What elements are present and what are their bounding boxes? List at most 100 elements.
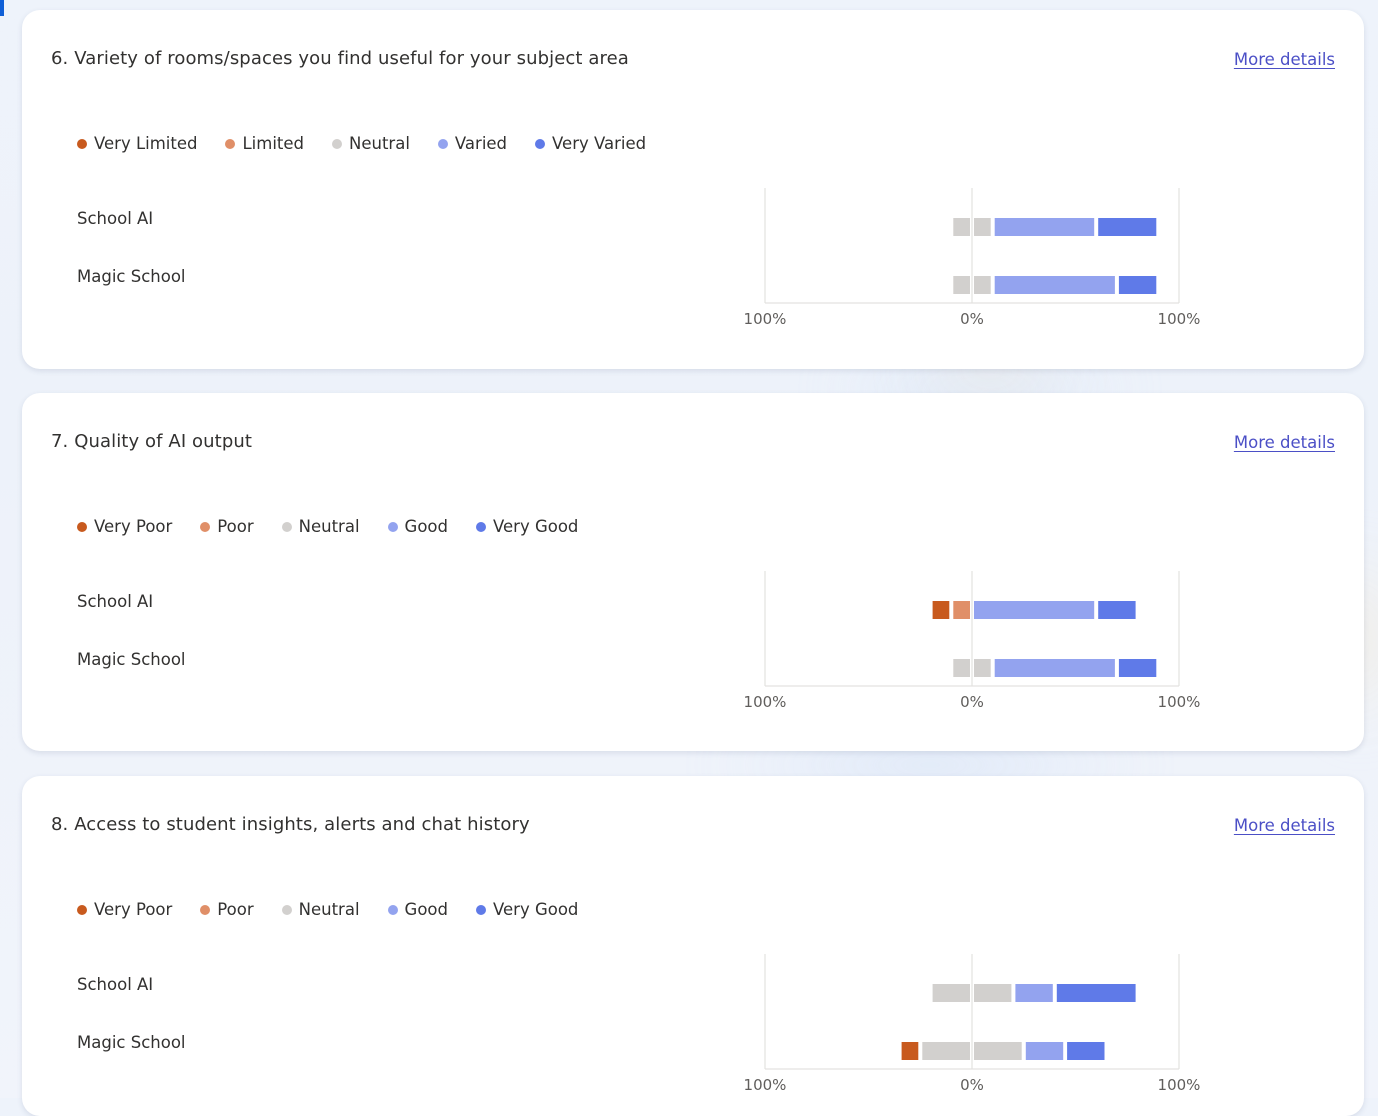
legend-label: Very Poor xyxy=(94,900,173,919)
tick-label: 100% xyxy=(744,310,787,328)
legend-item: Good xyxy=(387,517,448,536)
bar-segment-negative[interactable] xyxy=(953,601,970,619)
row-label: School AI xyxy=(77,975,154,994)
bar-segment-positive[interactable] xyxy=(1025,1042,1064,1060)
bar-segment-neutral[interactable] xyxy=(932,984,970,1002)
row-label: School AI xyxy=(77,209,154,228)
bar-segment-neutral[interactable] xyxy=(974,218,991,236)
diverging-bar-chart: 100% 0% 100% xyxy=(744,571,1201,711)
legend-dot xyxy=(387,521,398,532)
diverging-bar-chart: 100% 0% 100% xyxy=(744,954,1201,1094)
legend-label: Good xyxy=(404,900,448,919)
legend-item: Varied xyxy=(437,134,508,153)
legend-dot xyxy=(281,521,292,532)
bar-segment-very-positive[interactable] xyxy=(1098,218,1157,236)
more-details-link[interactable]: More details xyxy=(1234,433,1335,452)
legend-label: Very Poor xyxy=(94,517,173,536)
question-card-8: 8. Access to student insights, alerts an… xyxy=(22,776,1364,1116)
legend-item: Very Good xyxy=(476,517,578,536)
bar-group xyxy=(932,601,1157,677)
tick-label: 100% xyxy=(1158,1076,1201,1094)
legend-item: Good xyxy=(387,900,448,919)
bar-segment-neutral[interactable] xyxy=(953,276,970,294)
legend-label: Neutral xyxy=(298,517,360,536)
bar-segment-neutral[interactable] xyxy=(974,659,991,677)
bar-segment-positive[interactable] xyxy=(994,218,1095,236)
legend-dot xyxy=(77,521,87,532)
legend-item: Poor xyxy=(200,900,254,919)
legend-dot xyxy=(476,904,486,915)
legend-label: Very Limited xyxy=(94,134,198,153)
legend-label: Poor xyxy=(217,517,254,536)
question-card-6: 6. Variety of rooms/spaces you find usef… xyxy=(22,10,1364,369)
bar-segment-very-negative[interactable] xyxy=(901,1042,919,1060)
legend-item: Neutral xyxy=(281,900,360,919)
legend-dot xyxy=(535,138,546,149)
bar-segment-neutral[interactable] xyxy=(953,659,970,677)
row-label: Magic School xyxy=(77,267,186,286)
legend-item: Very Limited xyxy=(77,134,197,153)
legend-item: Poor xyxy=(200,517,254,536)
tick-label: 100% xyxy=(744,693,787,711)
bar-segment-positive[interactable] xyxy=(994,659,1115,677)
chart-legend: Very Poor Poor Neutral Good Very Good xyxy=(77,900,606,919)
tick-label: 0% xyxy=(960,1076,984,1094)
chart-legend: Very Limited Limited Neutral Varied Very… xyxy=(77,134,674,153)
legend-label: Limited xyxy=(242,134,305,153)
bar-group xyxy=(953,218,1157,294)
legend-dot xyxy=(437,138,448,149)
legend-label: Poor xyxy=(217,900,254,919)
legend-item: Limited xyxy=(225,134,304,153)
legend-dot xyxy=(332,138,343,149)
legend-dot xyxy=(200,521,211,532)
legend-label: Varied xyxy=(454,134,508,153)
legend-item: Neutral xyxy=(281,517,360,536)
legend-dot xyxy=(281,904,292,915)
legend-dot xyxy=(225,138,236,149)
row-label: School AI xyxy=(77,592,154,611)
legend-item: Very Good xyxy=(476,900,578,919)
legend-label: Neutral xyxy=(349,134,410,153)
bar-segment-very-negative[interactable] xyxy=(932,601,950,619)
diverging-bar-chart: 100% 0% 100% xyxy=(744,188,1201,328)
legend-item: Very Poor xyxy=(77,517,172,536)
legend-label: Very Good xyxy=(493,517,579,536)
question-title: 8. Access to student insights, alerts an… xyxy=(51,814,530,835)
bar-segment-very-positive[interactable] xyxy=(1056,984,1136,1002)
legend-dot xyxy=(200,904,211,915)
legend-label: Very Varied xyxy=(552,134,647,153)
tick-label: 100% xyxy=(1158,693,1201,711)
bar-segment-very-positive[interactable] xyxy=(1067,1042,1105,1060)
tick-label: 0% xyxy=(960,693,984,711)
tick-label: 100% xyxy=(744,1076,787,1094)
more-details-link[interactable]: More details xyxy=(1234,50,1335,69)
legend-item: Very Poor xyxy=(77,900,172,919)
bar-segment-neutral[interactable] xyxy=(974,984,1012,1002)
legend-dot xyxy=(387,904,398,915)
bar-segment-positive[interactable] xyxy=(1015,984,1053,1002)
more-details-link[interactable]: More details xyxy=(1234,816,1335,835)
row-label: Magic School xyxy=(77,650,186,669)
legend-label: Neutral xyxy=(298,900,360,919)
bar-segment-very-positive[interactable] xyxy=(1098,601,1136,619)
tick-label: 100% xyxy=(1158,310,1201,328)
legend-dot xyxy=(77,904,87,915)
legend-label: Good xyxy=(404,517,448,536)
bar-segment-neutral[interactable] xyxy=(922,1042,970,1060)
bar-segment-positive[interactable] xyxy=(994,276,1115,294)
question-card-7: 7. Quality of AI output More details Ver… xyxy=(22,393,1364,751)
legend-dot xyxy=(476,521,486,532)
bar-segment-neutral[interactable] xyxy=(974,276,991,294)
bar-segment-very-positive[interactable] xyxy=(1118,659,1157,677)
bar-segment-neutral[interactable] xyxy=(953,218,970,236)
bar-segment-neutral[interactable] xyxy=(974,1042,1022,1060)
bar-group xyxy=(901,984,1136,1060)
legend-dot xyxy=(77,138,87,149)
bar-segment-positive[interactable] xyxy=(974,601,1095,619)
row-label: Magic School xyxy=(77,1033,186,1052)
legend-item: Very Varied xyxy=(535,134,646,153)
chart-legend: Very Poor Poor Neutral Good Very Good xyxy=(77,517,606,536)
bar-segment-very-positive[interactable] xyxy=(1118,276,1157,294)
tick-label: 0% xyxy=(960,310,984,328)
corner-accent xyxy=(0,0,4,16)
